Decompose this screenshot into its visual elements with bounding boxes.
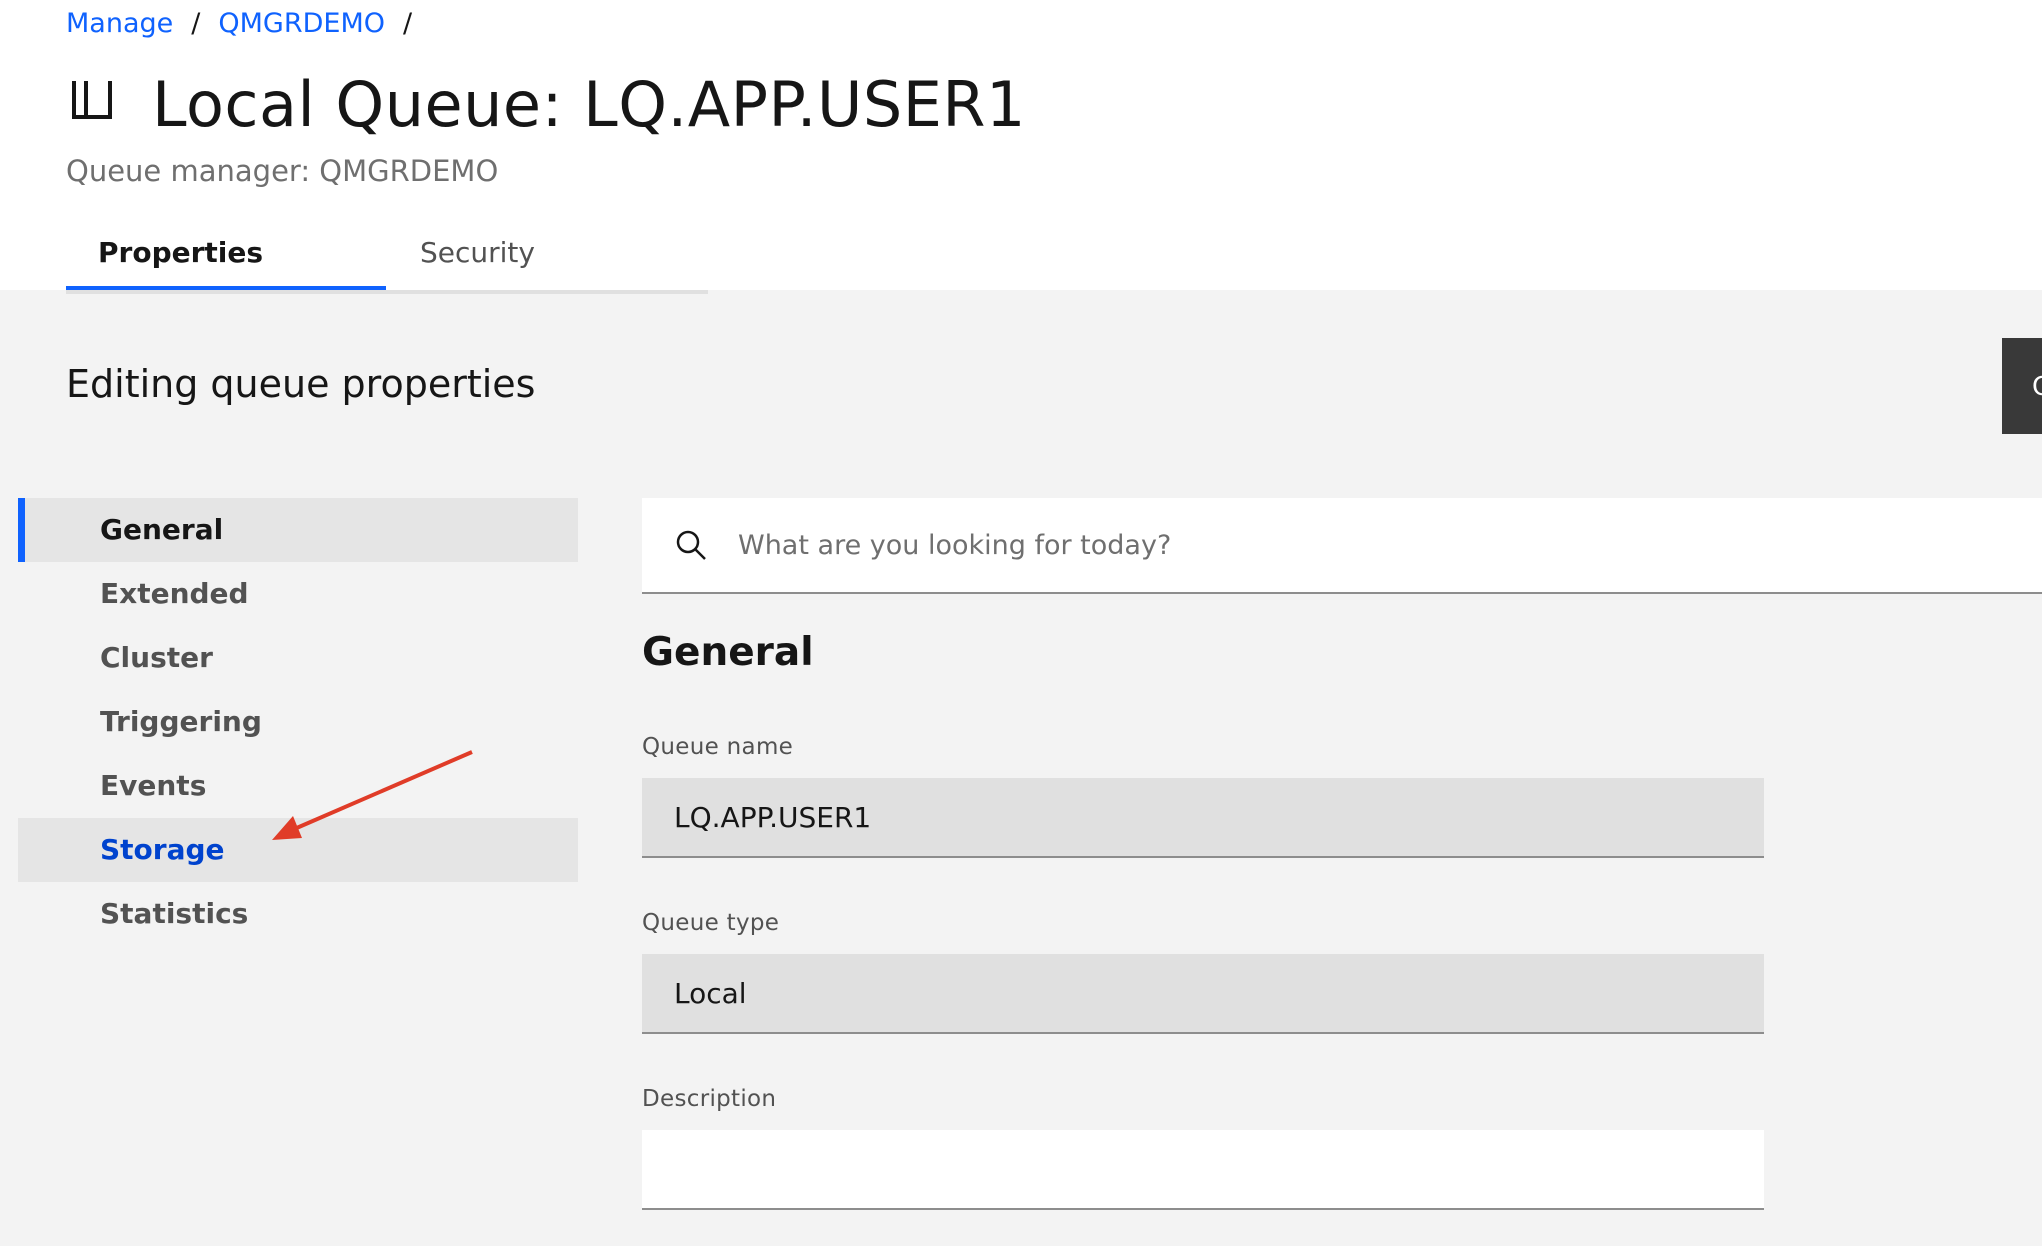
description-field[interactable] [642,1130,1764,1210]
page-title-row: Local Queue: LQ.APP.USER1 [66,68,1026,141]
search-input[interactable] [738,529,1938,561]
nav-item-general[interactable]: General [18,498,578,562]
nav-item-statistics[interactable]: Statistics [18,882,578,946]
queue-type-label: Queue type [642,910,780,936]
nav-item-extended[interactable]: Extended [18,562,578,626]
queue-name-label: Queue name [642,734,794,760]
queue-name-field: LQ.APP.USER1 [642,778,1764,858]
queue-type-field: Local [642,954,1764,1034]
nav-item-events[interactable]: Events [18,754,578,818]
description-label: Description [642,1086,777,1112]
search-bar [642,498,2042,594]
section-title: Editing queue properties [66,362,536,406]
properties-nav: General Extended Cluster Triggering Even… [18,498,578,946]
nav-item-triggering[interactable]: Triggering [18,690,578,754]
search-icon [676,530,706,560]
queue-manager-subtitle: Queue manager: QMGRDEMO [66,154,499,188]
breadcrumb-qmgrdemo[interactable]: QMGRDEMO [218,8,385,39]
nav-item-cluster[interactable]: Cluster [18,626,578,690]
tab-properties[interactable]: Properties [66,220,386,290]
page-title: Local Queue: LQ.APP.USER1 [152,68,1026,141]
side-action-button[interactable]: C [2002,338,2042,434]
breadcrumb-manage[interactable]: Manage [66,8,173,39]
breadcrumb-separator: / [191,8,201,39]
tab-list: Properties Security [66,220,708,294]
breadcrumb-separator: / [403,8,413,39]
tab-security[interactable]: Security [386,220,708,290]
local-queue-icon [72,80,112,119]
breadcrumb: Manage / QMGRDEMO / [66,8,430,39]
nav-item-storage[interactable]: Storage [18,818,578,882]
form-section-title: General [642,630,814,675]
